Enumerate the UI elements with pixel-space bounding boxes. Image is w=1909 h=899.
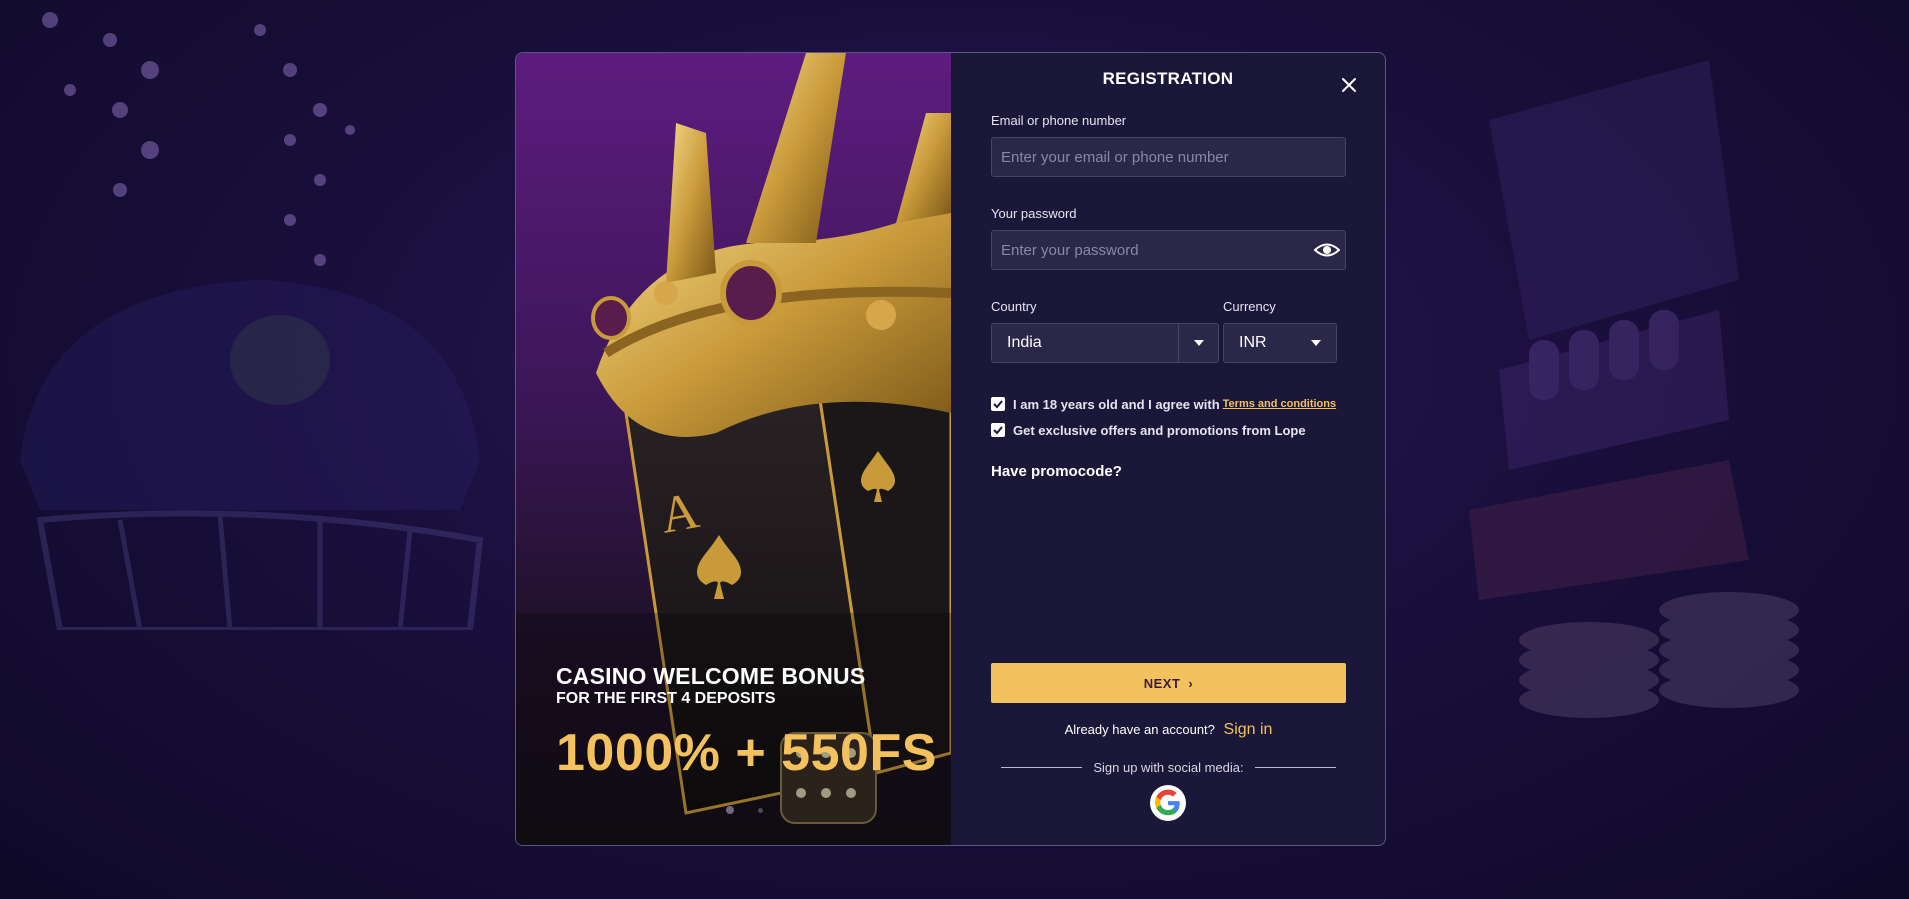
promo-panel: A CASINO WELCOME BONUS FOR THE FIRST 4 D… xyxy=(516,53,951,845)
chevron-right-icon: › xyxy=(1188,675,1194,691)
age-consent-text: I am 18 years old and I agree with xyxy=(1013,396,1220,412)
country-value: India xyxy=(1007,334,1042,351)
currency-value: INR xyxy=(1239,334,1267,351)
divider-line xyxy=(1254,767,1336,768)
promo-subtitle: FOR THE FIRST 4 DEPOSITS xyxy=(556,690,776,707)
signin-row: Already have an account? Sign in xyxy=(991,721,1346,739)
registration-modal: A CASINO WELCOME BONUS FOR THE FIRST 4 D… xyxy=(515,52,1386,846)
offers-consent-checkbox[interactable] xyxy=(991,423,1005,437)
next-button[interactable]: NEXT › xyxy=(991,663,1346,703)
email-label: Email or phone number xyxy=(991,113,1127,128)
country-label: Country xyxy=(991,299,1037,314)
google-icon xyxy=(1154,789,1180,816)
terms-link[interactable]: Terms and conditions xyxy=(1223,398,1336,410)
google-signup-button[interactable] xyxy=(1150,785,1186,821)
currency-select[interactable]: INR xyxy=(1223,323,1337,363)
background-lights-decoration xyxy=(42,12,355,266)
caret-down-icon xyxy=(1178,324,1218,362)
currency-field-group: Currency INR xyxy=(1223,299,1337,363)
country-field-group: Country India xyxy=(991,299,1219,363)
promo-bonus-amount: 1000% + 550FS xyxy=(556,724,937,782)
country-select[interactable]: India xyxy=(991,323,1219,363)
check-icon xyxy=(993,426,1003,435)
age-consent-row: I am 18 years old and I agree with Terms… xyxy=(991,391,1336,417)
close-icon[interactable] xyxy=(1339,75,1359,95)
caret-down-icon xyxy=(1296,324,1336,362)
check-icon xyxy=(993,400,1003,409)
social-divider: Sign up with social media: xyxy=(1001,760,1336,775)
registration-form: REGISTRATION Email or phone number Your … xyxy=(951,53,1385,845)
password-input[interactable] xyxy=(991,230,1346,270)
promocode-toggle[interactable]: Have promocode? xyxy=(991,463,1122,480)
form-title: REGISTRATION xyxy=(1102,69,1234,88)
currency-label: Currency xyxy=(1223,299,1276,314)
carousel-dot-2[interactable] xyxy=(758,807,763,813)
signin-text: Already have an account? xyxy=(1064,722,1215,737)
carousel-dot-1[interactable] xyxy=(726,806,734,814)
consent-checkboxes: I am 18 years old and I agree with Terms… xyxy=(991,391,1336,443)
next-button-label: NEXT xyxy=(1143,675,1181,691)
social-text: Sign up with social media: xyxy=(1093,760,1244,775)
background-chips-decoration xyxy=(1519,592,1799,718)
background-helmet-decoration xyxy=(20,280,484,630)
offers-consent-text: Get exclusive offers and promotions from… xyxy=(1013,422,1306,438)
divider-line xyxy=(1001,767,1083,768)
offers-consent-row: Get exclusive offers and promotions from… xyxy=(991,417,1336,443)
password-label: Your password xyxy=(991,206,1077,221)
eye-icon[interactable] xyxy=(1314,239,1340,261)
password-field-group: Your password xyxy=(991,206,1346,270)
carousel-dots xyxy=(726,806,763,814)
background-slot-machine-decoration xyxy=(1469,60,1749,600)
signin-link[interactable]: Sign in xyxy=(1224,721,1273,738)
email-field-group: Email or phone number xyxy=(991,113,1346,177)
age-consent-checkbox[interactable] xyxy=(991,397,1005,411)
promo-text-block: CASINO WELCOME BONUS FOR THE FIRST 4 DEP… xyxy=(556,663,937,783)
promo-title: CASINO WELCOME BONUS xyxy=(556,663,866,689)
email-input[interactable] xyxy=(991,137,1346,177)
